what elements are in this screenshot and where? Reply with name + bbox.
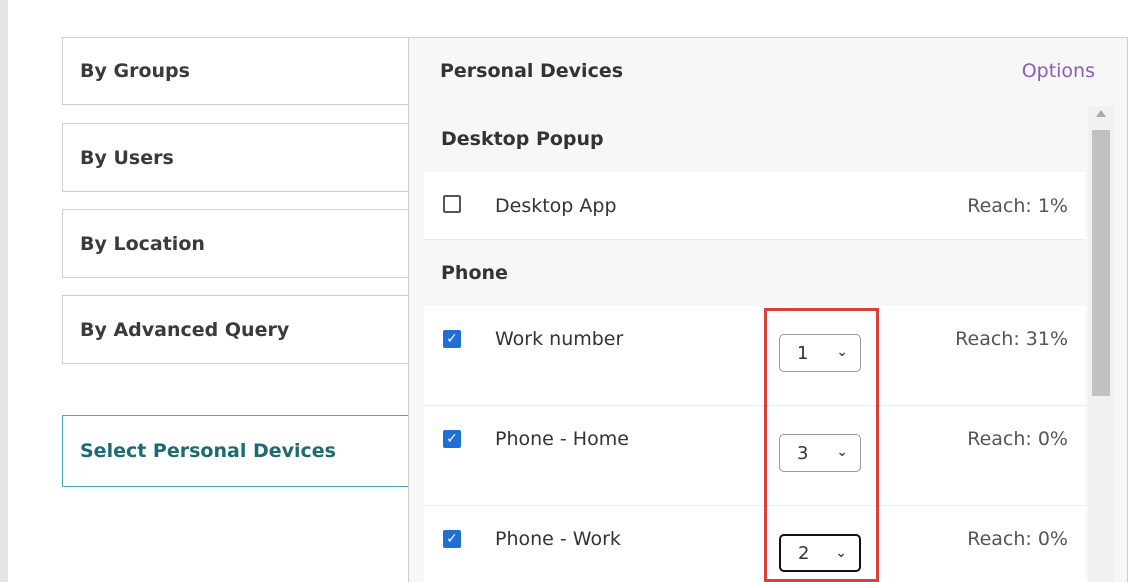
tab-by-groups[interactable]: By Groups [62, 37, 412, 105]
tab-by-advanced-query[interactable]: By Advanced Query [62, 295, 412, 364]
panel-title: Personal Devices [440, 60, 624, 82]
tab-by-location[interactable]: By Location [62, 209, 412, 278]
reach-value: Reach: 31% [955, 328, 1068, 350]
device-row-phone-work: Phone - Work 2 ⌄ Reach: 0% [424, 506, 1086, 582]
device-name: Work number [495, 328, 624, 350]
tab-label: By Advanced Query [80, 318, 290, 341]
reach-value: Reach: 0% [967, 428, 1068, 450]
device-name: Phone - Home [495, 428, 629, 450]
tab-by-users[interactable]: By Users [62, 123, 412, 192]
chevron-down-icon: ⌄ [836, 444, 848, 460]
device-name: Phone - Work [495, 528, 621, 550]
device-row-phone-home: Phone - Home 3 ⌄ Reach: 0% [424, 406, 1086, 506]
reach-value: Reach: 0% [967, 528, 1068, 550]
priority-value: 2 [798, 542, 810, 564]
tab-select-personal-devices[interactable]: Select Personal Devices [62, 415, 412, 487]
group-header-desktop-popup: Desktop Popup [424, 106, 1086, 172]
chevron-down-icon: ⌄ [835, 545, 847, 561]
tab-label: By Groups [80, 60, 190, 82]
checkbox-desktop-app[interactable] [443, 195, 461, 213]
tab-label: Select Personal Devices [80, 440, 336, 462]
device-name: Desktop App [495, 195, 617, 217]
device-list-scrollbar[interactable] [1088, 106, 1114, 582]
device-row-work-number: Work number 1 ⌄ Reach: 31% [424, 306, 1086, 406]
options-link[interactable]: Options [1022, 60, 1095, 82]
chevron-down-icon: ⌄ [836, 344, 848, 360]
tab-label: By Location [80, 232, 205, 255]
left-rail [0, 0, 8, 582]
priority-select-phone-home[interactable]: 3 ⌄ [779, 434, 861, 472]
priority-value: 3 [797, 442, 809, 464]
checkbox-phone-home[interactable] [443, 430, 461, 448]
checkbox-phone-work[interactable] [443, 530, 461, 548]
scroll-thumb[interactable] [1092, 130, 1110, 396]
scroll-up-arrow-icon[interactable] [1096, 110, 1106, 117]
priority-select-work-number[interactable]: 1 ⌄ [779, 334, 861, 372]
device-list: Desktop Popup Desktop App Reach: 1% Phon… [424, 106, 1086, 582]
tab-label: By Users [80, 146, 174, 169]
group-header-phone: Phone [424, 240, 1086, 306]
checkbox-work-number[interactable] [443, 330, 461, 348]
priority-value: 1 [797, 342, 809, 364]
personal-devices-panel: Personal Devices Options Desktop Popup D… [408, 37, 1128, 582]
priority-select-phone-work[interactable]: 2 ⌄ [779, 534, 861, 572]
reach-value: Reach: 1% [967, 195, 1068, 217]
device-row-desktop-app: Desktop App Reach: 1% [424, 172, 1086, 240]
